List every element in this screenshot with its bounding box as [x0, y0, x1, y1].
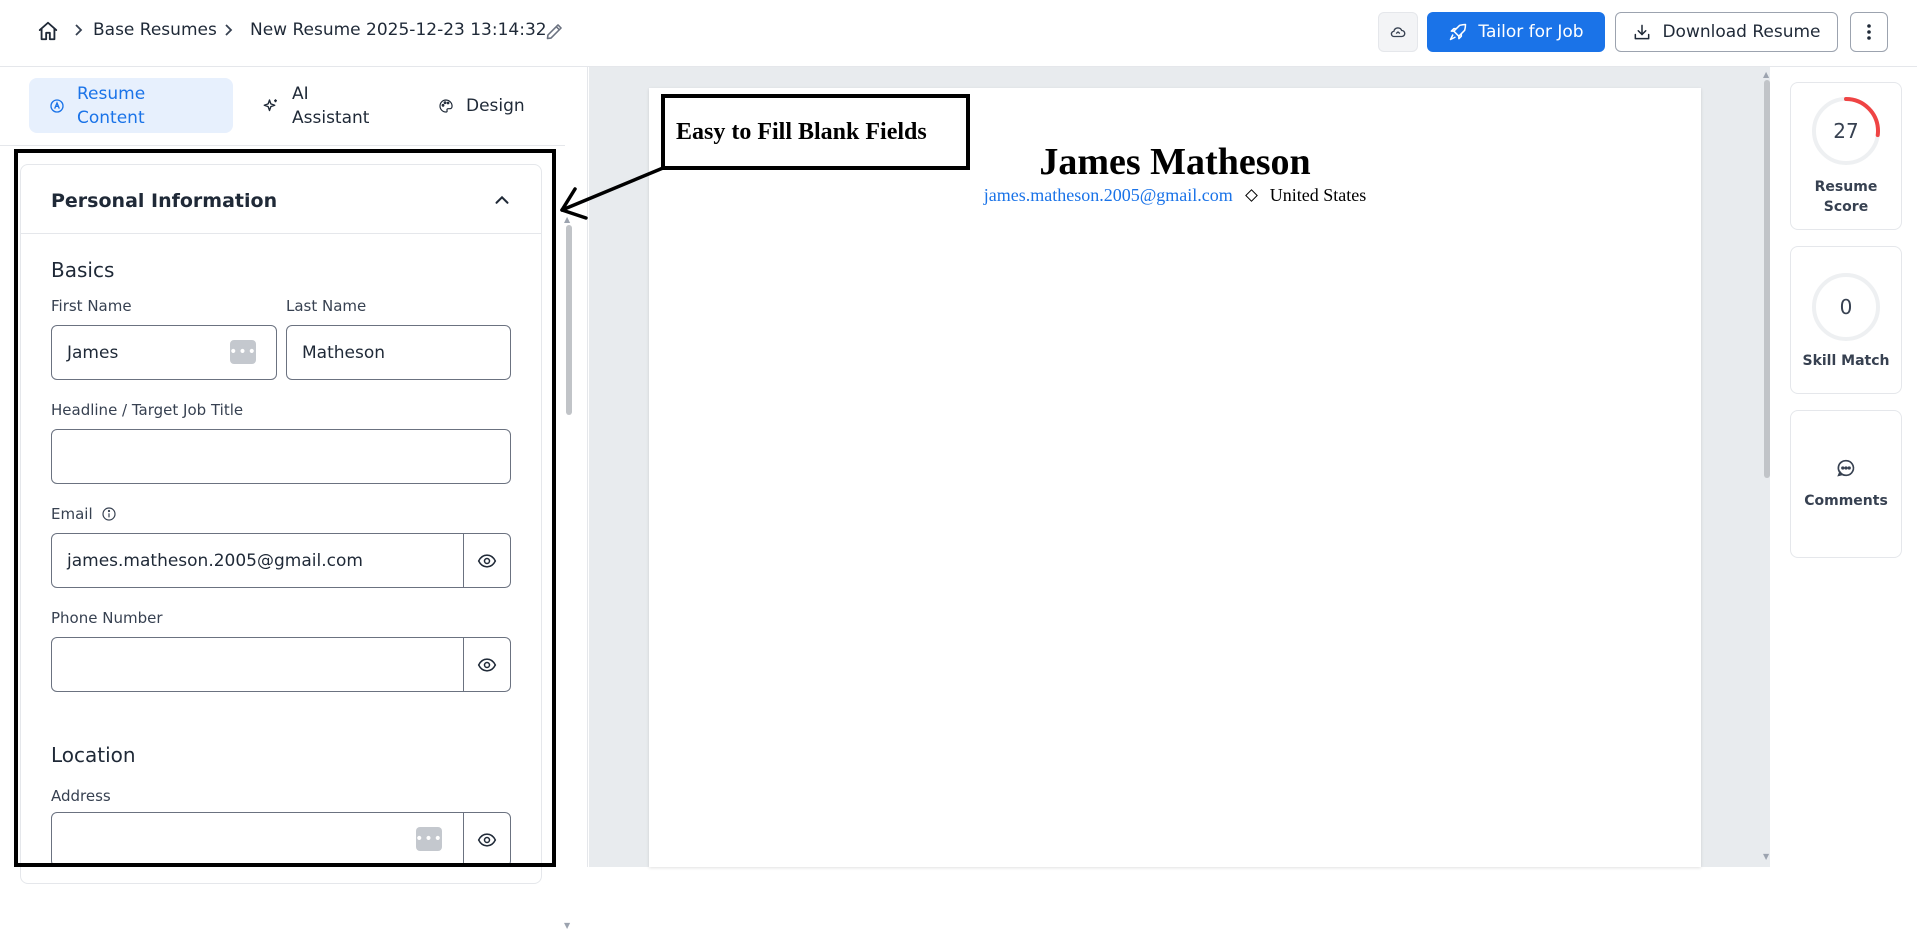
- headline-label: Headline / Target Job Title: [51, 401, 244, 419]
- tab-resume-content-label: Resume Content: [77, 83, 146, 128]
- headline-field[interactable]: [51, 429, 511, 484]
- comment-bubble-icon: [1837, 459, 1855, 477]
- resume-email[interactable]: james.matheson.2005@gmail.com: [984, 185, 1233, 206]
- address-field[interactable]: •••: [52, 813, 463, 866]
- diamond-separator-icon: [1244, 189, 1258, 202]
- phone-visibility-toggle[interactable]: [463, 638, 510, 691]
- email-label-row: Email: [51, 505, 117, 523]
- address-field-group: •••: [51, 812, 511, 867]
- email-field[interactable]: james.matheson.2005@gmail.com: [52, 534, 463, 587]
- eye-icon: [477, 553, 497, 568]
- tabs-divider: [0, 145, 565, 146]
- tab-design[interactable]: Design: [438, 78, 558, 133]
- last-name-label: Last Name: [286, 297, 367, 315]
- rocket-icon: [1450, 23, 1467, 41]
- preview-scrollbar[interactable]: [1764, 80, 1770, 478]
- more-options-button[interactable]: [1850, 12, 1888, 52]
- content-icon: [50, 98, 64, 113]
- location-heading: Location: [51, 743, 136, 767]
- email-label: Email: [51, 505, 93, 523]
- resume-score-ring: 27: [1810, 95, 1882, 167]
- preview-scroll-down-arrow[interactable]: ▼: [1763, 852, 1769, 861]
- editor-tabs: Resume Content AI Assistant Design: [0, 67, 588, 145]
- scroll-down-arrow[interactable]: ▼: [564, 921, 570, 930]
- tailor-for-job-label: Tailor for Job: [1478, 22, 1584, 42]
- comments-label: Comments: [1804, 493, 1888, 509]
- skill-match-value: 0: [1839, 295, 1853, 319]
- edit-pencil-icon[interactable]: [544, 21, 565, 42]
- download-icon: [1635, 24, 1650, 40]
- tab-design-label: Design: [466, 95, 525, 116]
- basics-heading: Basics: [51, 258, 115, 282]
- download-resume-label: Download Resume: [1662, 22, 1821, 42]
- breadcrumb-base-resumes[interactable]: Base Resumes: [93, 20, 217, 40]
- email-value: james.matheson.2005@gmail.com: [67, 550, 363, 571]
- breadcrumb-current-resume: New Resume 2025-12-23 13:14:32: [250, 20, 547, 40]
- address-visibility-toggle[interactable]: [463, 813, 510, 866]
- eye-icon: [477, 832, 497, 847]
- chevron-up-icon[interactable]: [491, 189, 513, 211]
- last-name-value: Matheson: [302, 342, 386, 363]
- annotation-callout: Easy to Fill Blank Fields: [661, 94, 970, 170]
- autofill-dots-icon[interactable]: •••: [415, 827, 442, 851]
- section-divider: [21, 233, 541, 234]
- phone-field-group: [51, 637, 511, 692]
- annotation-text: Easy to Fill Blank Fields: [676, 118, 927, 145]
- info-icon[interactable]: [101, 506, 117, 522]
- eye-icon: [477, 657, 497, 672]
- first-name-value: James: [67, 342, 119, 363]
- editor-panel: Resume Content AI Assistant Design Perso…: [0, 67, 588, 930]
- tab-ai-assistant[interactable]: AI Assistant: [262, 78, 382, 133]
- personal-information-card: Personal Information Basics First Name L…: [20, 164, 542, 884]
- chevron-right-icon: [75, 24, 83, 36]
- autofill-dots-icon[interactable]: •••: [229, 340, 256, 364]
- preview-scroll-up-arrow[interactable]: ▲: [1763, 70, 1769, 79]
- phone-label: Phone Number: [51, 609, 163, 627]
- chevron-right-icon: [225, 24, 233, 36]
- phone-field[interactable]: [52, 638, 463, 691]
- resume-contact-line: james.matheson.2005@gmail.com United Sta…: [649, 185, 1701, 206]
- last-name-field[interactable]: Matheson: [286, 325, 511, 380]
- skill-match-card[interactable]: 0 Skill Match: [1790, 246, 1902, 394]
- resume-score-card[interactable]: 27 Resume Score: [1790, 82, 1902, 230]
- resume-score-label: Resume Score: [1814, 179, 1878, 215]
- sparkle-icon: [263, 98, 277, 111]
- resume-score-value: 27: [1833, 119, 1859, 143]
- tab-resume-content[interactable]: Resume Content: [29, 78, 233, 133]
- comments-card[interactable]: Comments: [1790, 410, 1902, 558]
- tab-ai-assistant-label: AI Assistant: [292, 83, 370, 128]
- sync-cloud-button[interactable]: [1378, 12, 1418, 52]
- skill-match-label: Skill Match: [1802, 353, 1890, 369]
- palette-icon: [439, 98, 453, 113]
- skill-match-ring: 0: [1810, 271, 1882, 343]
- first-name-label: First Name: [51, 297, 132, 315]
- more-vertical-icon: [1867, 24, 1871, 40]
- annotation-arrow: [560, 166, 665, 220]
- section-title: Personal Information: [51, 190, 278, 212]
- email-visibility-toggle[interactable]: [463, 534, 510, 587]
- resume-country: United States: [1269, 185, 1367, 205]
- right-rail: 27 Resume Score 0 Skill Match Comments: [1771, 67, 1917, 867]
- resume-page: James Matheson james.matheson.2005@gmail…: [649, 88, 1701, 867]
- editor-scrollbar[interactable]: [566, 225, 572, 415]
- address-label: Address: [51, 787, 111, 805]
- first-name-field[interactable]: James •••: [51, 325, 277, 380]
- download-resume-button[interactable]: Download Resume: [1615, 12, 1838, 52]
- tailor-for-job-button[interactable]: Tailor for Job: [1427, 12, 1605, 52]
- cloud-icon: [1390, 27, 1406, 38]
- email-field-group: james.matheson.2005@gmail.com: [51, 533, 511, 588]
- home-icon[interactable]: [37, 20, 59, 42]
- top-bar: Base Resumes New Resume 2025-12-23 13:14…: [0, 0, 1917, 67]
